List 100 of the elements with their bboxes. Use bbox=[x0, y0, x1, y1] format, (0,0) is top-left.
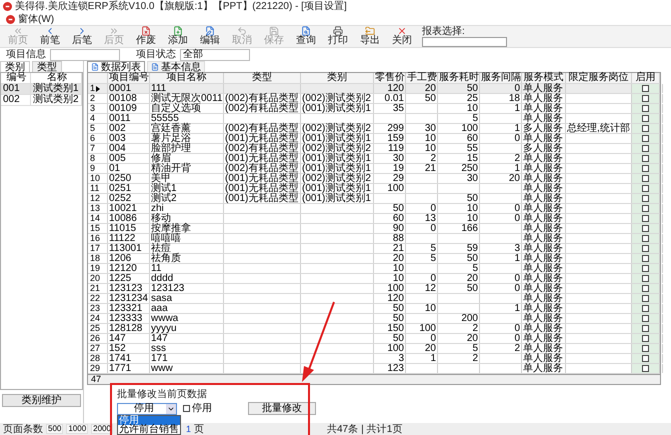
row-number: 9 bbox=[88, 164, 108, 173]
enabled-checkbox[interactable] bbox=[642, 315, 649, 322]
enabled-checkbox[interactable] bbox=[642, 345, 649, 352]
table-row[interactable]: 11 0251 测试1 (001)无耗品类型 (001)测试类别1 100 单人服务 bbox=[88, 184, 660, 194]
enabled-checkbox[interactable] bbox=[642, 105, 649, 112]
toolbar-button[interactable]: 作废 bbox=[130, 26, 162, 47]
enabled-checkbox[interactable] bbox=[642, 305, 649, 312]
table-row[interactable]: 21 123123 123123 100 12 50 0 单人服务 bbox=[88, 284, 660, 294]
page-size-button[interactable]: 500 bbox=[46, 424, 64, 434]
filter-field[interactable]: 全部 bbox=[180, 48, 250, 60]
enabled-checkbox[interactable] bbox=[642, 165, 649, 172]
enabled-checkbox[interactable] bbox=[642, 175, 649, 182]
menu-item[interactable]: 窗体(W) bbox=[18, 14, 54, 24]
enabled-checkbox[interactable] bbox=[642, 125, 649, 132]
row-number: 5 bbox=[88, 124, 108, 133]
report-field[interactable] bbox=[422, 37, 507, 47]
checkbox[interactable] bbox=[183, 405, 190, 412]
table-row[interactable]: 19 12120 11 10 5 单人服务 bbox=[88, 264, 660, 274]
enabled-checkbox[interactable] bbox=[642, 205, 649, 212]
table-row[interactable]: 14 10086 移动 60 13 10 0 单人服务 bbox=[88, 214, 660, 224]
enabled-checkbox[interactable] bbox=[642, 95, 649, 102]
table-cell: aaa bbox=[150, 304, 224, 313]
page-size-label: 页面条数 bbox=[3, 424, 43, 434]
toolbar-button[interactable]: 编辑 bbox=[194, 26, 226, 47]
table-cell: 00109 bbox=[108, 104, 150, 113]
table-cell: 1225 bbox=[108, 274, 150, 283]
table-row[interactable]: 13 10021 zhi 50 0 10 0 单人服务 bbox=[88, 204, 660, 214]
category-maintain-button[interactable]: 类别维护 bbox=[2, 394, 81, 407]
content-tab[interactable]: 数据列表 bbox=[87, 61, 145, 72]
table-row[interactable]: 16 11122 嘻嘻嘻 88 单人服务 bbox=[88, 234, 660, 244]
filter-field[interactable] bbox=[50, 48, 120, 60]
enabled-checkbox[interactable] bbox=[642, 85, 649, 92]
table-row[interactable]: 9 01 精油开背 (002)有耗品类型 (001)测试类别1 19 21 250 1 单人服务 bbox=[88, 164, 660, 174]
enabled-checkbox[interactable] bbox=[642, 325, 649, 332]
dropdown-option[interactable]: 停用 bbox=[118, 416, 180, 425]
category-row[interactable]: 002 测试类别2 bbox=[1, 95, 82, 106]
table-row[interactable]: 10 0250 美甲 (001)无耗品类型 (002)测试类别2 29 30 20 单人服务 bbox=[88, 174, 660, 184]
table-row[interactable]: 17 113001 祛痘 21 5 59 3 单人服务 bbox=[88, 244, 660, 254]
enabled-checkbox[interactable] bbox=[642, 155, 649, 162]
table-row[interactable]: 23 123321 aaa 50 10 1 单人服务 bbox=[88, 304, 660, 314]
table-cell: 123321 bbox=[108, 304, 150, 313]
enabled-checkbox[interactable] bbox=[642, 145, 649, 152]
table-row[interactable]: 20 1225 dddd 10 0 20 0 单人服务 bbox=[88, 274, 660, 284]
enabled-checkbox[interactable] bbox=[642, 245, 649, 252]
enabled-checkbox[interactable] bbox=[642, 275, 649, 282]
table-row[interactable]: 18 1206 祛角质 20 5 50 1 单人服务 bbox=[88, 254, 660, 264]
enabled-checkbox[interactable] bbox=[642, 115, 649, 122]
dropdown-option[interactable]: 允许前台销售 bbox=[118, 425, 180, 434]
toolbar-button[interactable]: 后笔 bbox=[66, 26, 98, 47]
table-row[interactable]: 27 152 sss 100 20 5 2 单人服务 bbox=[88, 344, 660, 354]
toolbar-button[interactable]: 添加 bbox=[162, 26, 194, 47]
table-row[interactable]: 1 0001 111 120 20 50 0 单人服务 bbox=[88, 84, 660, 94]
row-number: 3 bbox=[88, 104, 108, 113]
table-row[interactable]: 6 003 薯片足浴 (001)无耗品类型 (001)测试类别1 159 10 60 0 单人服务 bbox=[88, 134, 660, 144]
toolbar-button[interactable]: 导出 bbox=[354, 26, 386, 47]
enabled-checkbox[interactable] bbox=[642, 355, 649, 362]
table-row[interactable]: 29 1771 www 123 单人服务 bbox=[88, 364, 660, 374]
table-row[interactable]: 22 1231234 sasa 120 单人服务 bbox=[88, 294, 660, 304]
enabled-checkbox[interactable] bbox=[642, 135, 649, 142]
sidebar-tab[interactable]: 类型 bbox=[32, 61, 62, 72]
table-row[interactable]: 12 0252 测试2 (001)无耗品类型 (001)测试类别1 50 单人服务 bbox=[88, 194, 660, 204]
table-row[interactable]: 26 147 147 50 0 20 0 单人服务 bbox=[88, 334, 660, 344]
enabled-checkbox[interactable] bbox=[642, 285, 649, 292]
page-size-button[interactable]: 1000 bbox=[66, 424, 88, 434]
enabled-checkbox[interactable] bbox=[642, 365, 649, 372]
table-row[interactable]: 4 0011 55555 5 单人服务 bbox=[88, 114, 660, 124]
toolbar-button[interactable]: 查询 bbox=[290, 26, 322, 47]
enabled-checkbox[interactable] bbox=[642, 265, 649, 272]
status-select[interactable]: 停用 bbox=[117, 402, 177, 414]
table-row[interactable]: 15 11015 按摩推拿 90 0 166 单人服务 bbox=[88, 224, 660, 234]
table-row[interactable]: 3 00109 自定义选项 (002)有耗品类型 (001)测试类别1 35 10 1 单人服务 bbox=[88, 104, 660, 114]
table-cell: 单人服务 bbox=[522, 324, 566, 333]
toolbar-button[interactable]: 打印 bbox=[322, 26, 354, 47]
table-row[interactable]: 25 128128 yyyyu 150 100 2 0 单人服务 bbox=[88, 324, 660, 334]
table-cell: 002 bbox=[108, 124, 150, 133]
disable-checkbox-label[interactable]: 停用 bbox=[183, 404, 212, 414]
table-row[interactable]: 2 00108 测试无限次0011 (002)有耗品类型 (002)测试类别2 0.01 50 25 18 单人服务 bbox=[88, 94, 660, 104]
enabled-checkbox[interactable] bbox=[642, 295, 649, 302]
enabled-checkbox[interactable] bbox=[642, 235, 649, 242]
table-cell: 55 bbox=[438, 144, 480, 153]
enabled-checkbox[interactable] bbox=[642, 225, 649, 232]
table-row[interactable]: 28 1741 171 3 1 2 单人服务 bbox=[88, 354, 660, 364]
enabled-checkbox[interactable] bbox=[642, 255, 649, 262]
table-row[interactable]: 7 004 脸部护理 (002)有耗品类型 (002)测试类别2 119 10 55 多人服务 bbox=[88, 144, 660, 154]
toolbar-button[interactable]: 前笔 bbox=[34, 26, 66, 47]
category-row[interactable]: 001 测试类别1 bbox=[1, 84, 82, 95]
enabled-checkbox[interactable] bbox=[642, 185, 649, 192]
enabled-checkbox[interactable] bbox=[642, 195, 649, 202]
content-tab[interactable]: 基本信息 bbox=[147, 61, 205, 72]
sidebar-tab[interactable]: 类别 bbox=[0, 61, 30, 72]
table-cell: 20 bbox=[480, 174, 522, 183]
table-row[interactable]: 24 123333 wwwa 50 200 单人服务 bbox=[88, 314, 660, 324]
enabled-checkbox[interactable] bbox=[642, 215, 649, 222]
table-row[interactable]: 8 005 修眉 (001)无耗品类型 (001)测试类别1 30 2 15 2 单人服务 bbox=[88, 154, 660, 164]
table-cell: 单人服务 bbox=[522, 204, 566, 213]
table-cell: 1 bbox=[480, 124, 522, 133]
batch-edit-button[interactable]: 批量修改 bbox=[248, 402, 316, 415]
page-link[interactable]: 1 bbox=[186, 424, 191, 434]
toolbar-button[interactable]: 关闭 bbox=[386, 26, 418, 47]
enabled-checkbox[interactable] bbox=[642, 335, 649, 342]
